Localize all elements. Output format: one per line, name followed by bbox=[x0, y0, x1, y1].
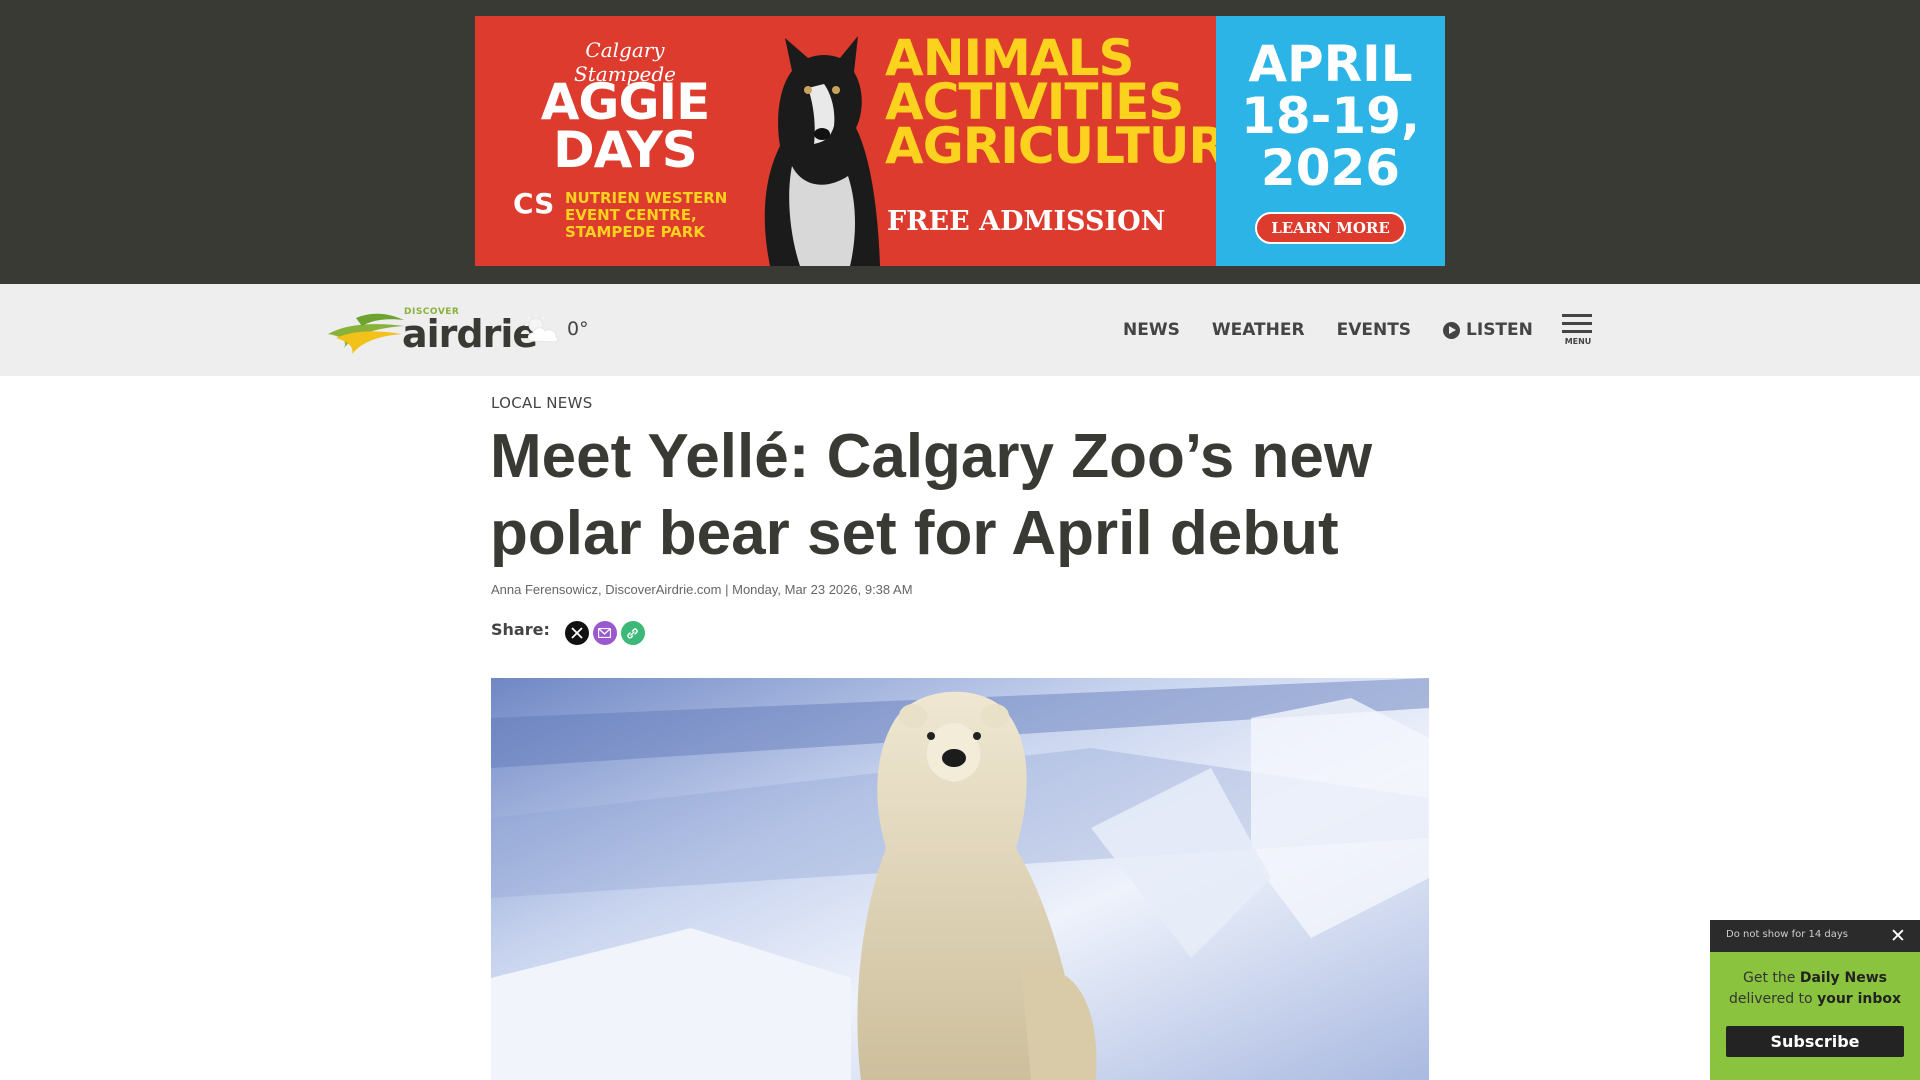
weather-temperature[interactable]: 0° bbox=[567, 318, 589, 340]
ad-headline: ANIMALS ACTIVITIES AGRICULTURE bbox=[885, 33, 1260, 175]
popup-text-pre: Get the bbox=[1743, 970, 1800, 986]
subscribe-button[interactable]: Subscribe bbox=[1726, 1026, 1904, 1057]
byline-date: Monday, Mar 23 2026, 9:38 AM bbox=[732, 582, 913, 597]
ad-date-line3: 2026 bbox=[1260, 139, 1401, 197]
hamburger-bar bbox=[1562, 322, 1592, 325]
ad-blue-panel: APRIL 18-19, 2026 LEARN MORE bbox=[1216, 16, 1445, 266]
link-icon[interactable] bbox=[620, 621, 645, 645]
play-icon bbox=[1443, 321, 1461, 339]
ad-cs-logo: CS bbox=[513, 187, 555, 220]
border-collie-image bbox=[764, 36, 880, 266]
ad-venue-line2: EVENT CENTRE, bbox=[565, 206, 697, 224]
ad-date: APRIL 18-19, 2026 bbox=[1216, 38, 1445, 194]
nav-news[interactable]: NEWS bbox=[1123, 320, 1180, 340]
ad-free-admission: FREE ADMISSION bbox=[887, 206, 1166, 237]
byline-author: Anna Ferensowicz bbox=[491, 582, 598, 597]
byline-source: DiscoverAirdrie.com bbox=[605, 582, 722, 597]
popup-text-daily-news: Daily News bbox=[1799, 970, 1887, 986]
share-label: Share: bbox=[491, 619, 550, 639]
menu-label: MENU bbox=[1564, 337, 1592, 346]
discover-airdrie-logo[interactable]: DISCOVER airdrie bbox=[326, 304, 538, 356]
ad-aggie-line2: DAYS bbox=[553, 121, 698, 179]
ad-banner-area: Calgary Stampede AGGIE DAYS CS NUTRIEN W… bbox=[0, 0, 1920, 284]
popup-header: Do not show for 14 days ✕ bbox=[1710, 920, 1920, 952]
ad-learn-more-button[interactable]: LEARN MORE bbox=[1255, 212, 1406, 244]
ad-aggie-days-title: AGGIE DAYS bbox=[530, 73, 720, 179]
popup-text-mid: delivered to bbox=[1728, 991, 1818, 1007]
ad-venue: NUTRIEN WESTERN EVENT CENTRE, STAMPEDE P… bbox=[565, 190, 745, 241]
popup-text-inbox: your inbox bbox=[1817, 991, 1902, 1007]
x-icon[interactable] bbox=[564, 621, 589, 645]
share-bar: Share: bbox=[491, 617, 649, 645]
menu-button[interactable]: MENU bbox=[1562, 314, 1594, 350]
polar-bear-photo bbox=[491, 678, 1429, 1080]
do-not-show-link[interactable]: Do not show for 14 days bbox=[1726, 929, 1848, 940]
newsletter-popup: Do not show for 14 days ✕ Get the Daily … bbox=[1710, 920, 1920, 1080]
nav-events[interactable]: EVENTS bbox=[1337, 320, 1411, 340]
article-category[interactable]: LOCAL NEWS bbox=[491, 394, 593, 412]
logo-swoosh-icon bbox=[328, 313, 404, 354]
mail-icon[interactable] bbox=[592, 621, 617, 645]
article-headline: Meet Yellé: Calgary Zoo’s new polar bear… bbox=[490, 422, 1373, 568]
main-nav: NEWS WEATHER EVENTS LISTEN bbox=[1123, 320, 1533, 340]
ad-aggie-line1: AGGIE bbox=[540, 73, 711, 131]
aggie-days-ad[interactable]: Calgary Stampede AGGIE DAYS CS NUTRIEN W… bbox=[475, 16, 1445, 266]
hamburger-icon bbox=[1562, 314, 1592, 317]
site-header: DISCOVER airdrie 0° NEWS WEATHER EVENTS … bbox=[0, 284, 1920, 376]
partly-cloudy-icon bbox=[525, 314, 559, 343]
popup-message: Get the Daily News delivered to your inb… bbox=[1720, 968, 1910, 1010]
ad-date-line2: 18-19, bbox=[1241, 87, 1420, 145]
nav-listen-label: LISTEN bbox=[1466, 320, 1533, 340]
ad-red-panel: Calgary Stampede AGGIE DAYS CS NUTRIEN W… bbox=[475, 16, 1260, 266]
ad-venue-line1: NUTRIEN WESTERN bbox=[565, 189, 728, 207]
ad-venue-line3: STAMPEDE PARK bbox=[565, 223, 705, 241]
nav-listen[interactable]: LISTEN bbox=[1443, 320, 1533, 340]
hamburger-bar bbox=[1562, 330, 1592, 333]
ad-date-line1: APRIL bbox=[1248, 35, 1413, 93]
logo-airdrie-text: airdrie bbox=[402, 312, 538, 356]
article-byline: Anna Ferensowicz, DiscoverAirdrie.com | … bbox=[491, 582, 913, 597]
nav-weather[interactable]: WEATHER bbox=[1212, 320, 1305, 340]
ad-agriculture: AGRICULTURE bbox=[885, 117, 1260, 175]
close-icon[interactable]: ✕ bbox=[1890, 925, 1906, 947]
